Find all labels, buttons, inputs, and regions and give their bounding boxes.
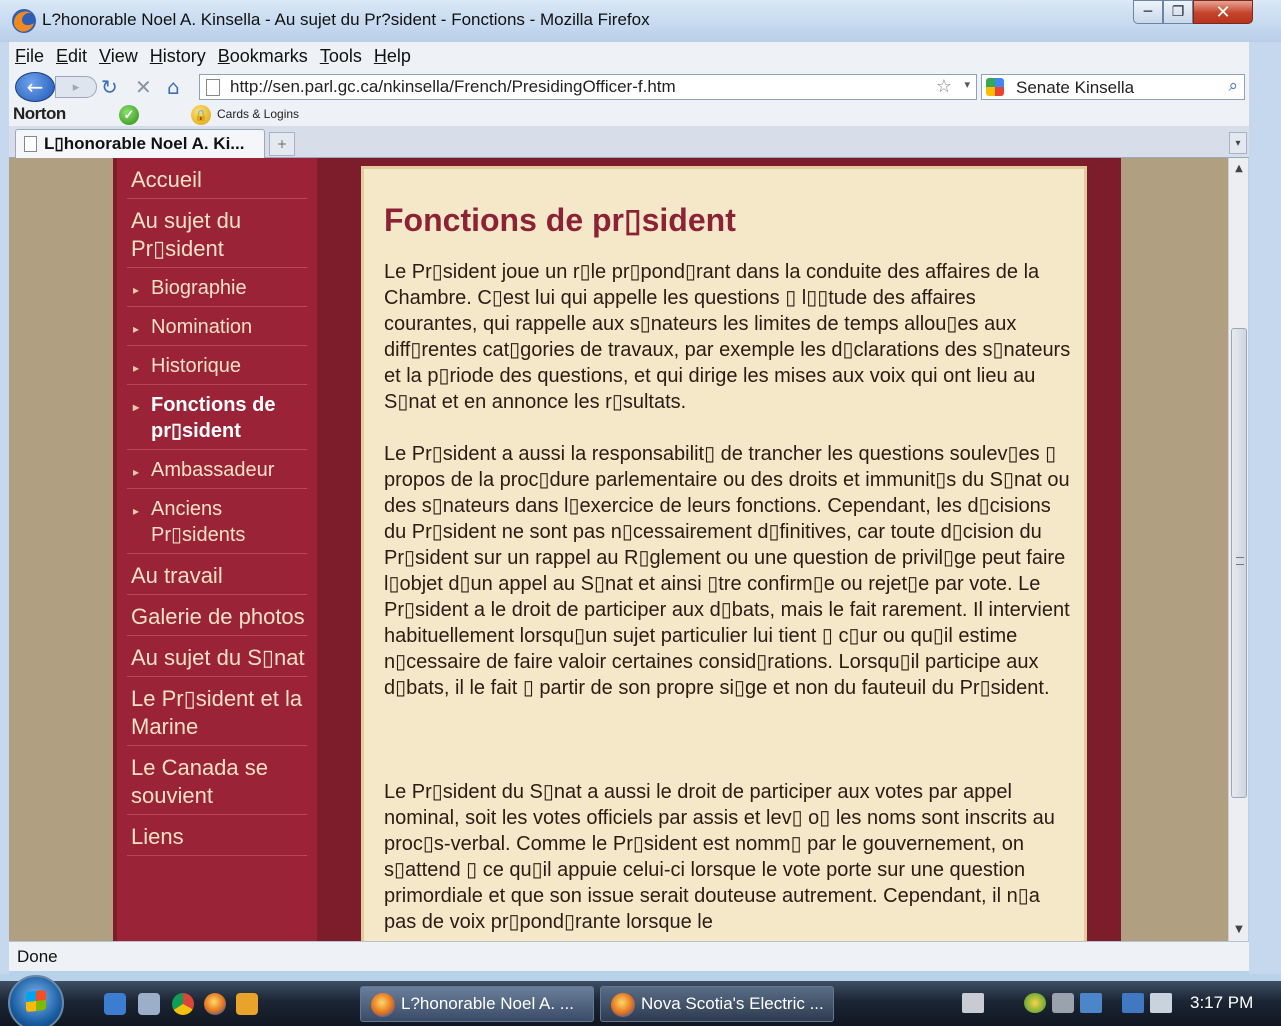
bookmark-star-icon[interactable]: ☆ xyxy=(936,76,952,97)
taskbar-item-firefox-nova-scotia[interactable]: Nova Scotia's Electric ... xyxy=(600,986,834,1022)
window-title: L?honorable Noel A. Kinsella - Au sujet … xyxy=(42,10,650,29)
site-sidebar: Accueil Au sujet du Pr▯sident Biographie… xyxy=(117,158,317,941)
scrollbar-thumb[interactable] xyxy=(1231,328,1247,798)
norton-toolbar: Norton ✓ 🔒 Cards & Logins xyxy=(9,104,1249,126)
show-desktop-icon[interactable] xyxy=(104,993,126,1015)
tab-strip: L▯honorable Noel A. Ki... + ▾ xyxy=(9,126,1249,158)
stop-icon[interactable]: ✕ xyxy=(135,75,152,99)
menu-help[interactable]: Help xyxy=(374,46,411,67)
page-icon xyxy=(24,136,37,152)
menu-history[interactable]: History xyxy=(150,46,206,67)
tab-active[interactable]: L▯honorable Noel A. Ki... xyxy=(15,129,265,158)
page-title: Fonctions de pr▯sident xyxy=(384,202,736,238)
sidebar-item-au-sujet-du-president[interactable]: Au sujet du Pr▯sident xyxy=(127,199,307,268)
keyboard-icon[interactable] xyxy=(962,993,984,1013)
minimize-button[interactable]: ─ xyxy=(1133,0,1163,24)
sidebar-item-historique[interactable]: Historique xyxy=(127,346,307,385)
clock[interactable]: 3:17 PM xyxy=(1190,993,1253,1013)
menu-file[interactable]: File xyxy=(15,46,44,67)
window-controls: ─ ❐ ✕ xyxy=(1133,0,1253,26)
sidebar-item-ambassadeur[interactable]: Ambassadeur xyxy=(127,450,307,489)
search-input[interactable]: Senate Kinsella xyxy=(1016,78,1134,98)
window-frame-right xyxy=(1249,42,1281,974)
display-icon[interactable] xyxy=(1080,993,1102,1013)
page-body: Accueil Au sujet du Pr▯sident Biographie… xyxy=(113,158,1121,941)
usb-icon[interactable] xyxy=(1052,993,1074,1013)
status-text: Done xyxy=(17,947,58,966)
firefox-icon xyxy=(12,9,36,33)
status-bar: Done xyxy=(9,941,1249,971)
firefox-icon xyxy=(371,993,395,1017)
sidebar-item-canada-se-souvient[interactable]: Le Canada se souvient xyxy=(127,746,307,815)
close-button[interactable]: ✕ xyxy=(1193,0,1253,24)
sidebar-item-liens[interactable]: Liens xyxy=(127,815,307,856)
forward-button[interactable]: ▸ xyxy=(55,76,97,98)
taskbar-item-label: Nova Scotia's Electric ... xyxy=(641,994,824,1013)
window-frame-left xyxy=(0,42,9,974)
page-icon xyxy=(206,79,220,96)
search-bar[interactable]: Senate Kinsella ⌕ xyxy=(981,74,1245,100)
norton-logo[interactable]: Norton xyxy=(13,104,66,124)
volume-icon[interactable] xyxy=(1150,993,1172,1013)
network-icon[interactable] xyxy=(1122,993,1144,1013)
firefox-icon xyxy=(611,993,635,1017)
navigation-toolbar: ← ▸ ↻ ✕ ⌂ http://sen.parl.gc.ca/nkinsell… xyxy=(9,70,1249,104)
menu-bar: File Edit View History Bookmarks Tools H… xyxy=(9,42,1249,70)
menu-tools[interactable]: Tools xyxy=(320,46,362,67)
menu-bookmarks[interactable]: Bookmarks xyxy=(218,46,308,67)
taskbar-item-label: L?honorable Noel A. ... xyxy=(401,994,574,1013)
page-viewport: Accueil Au sujet du Pr▯sident Biographie… xyxy=(9,158,1228,941)
vertical-scrollbar[interactable]: ▲ ▼ xyxy=(1228,158,1248,941)
lock-icon[interactable]: 🔒 xyxy=(191,105,211,125)
paragraph-2: Le Pr▯sident a aussi la responsabilit▯ d… xyxy=(384,443,1070,699)
paragraph-3: Le Pr▯sident du S▯nat a aussi le droit d… xyxy=(384,781,1055,933)
taskbar-item-firefox-kinsella[interactable]: L?honorable Noel A. ... xyxy=(360,986,594,1022)
menu-edit[interactable]: Edit xyxy=(56,46,87,67)
reload-icon[interactable]: ↻ xyxy=(101,75,118,99)
scroll-down-icon[interactable]: ▼ xyxy=(1229,919,1249,939)
main-content: Fonctions de pr▯sident Le Pr▯sident joue… xyxy=(361,166,1087,941)
google-icon[interactable] xyxy=(986,78,1004,96)
url-text[interactable]: http://sen.parl.gc.ca/nkinsella/French/P… xyxy=(230,77,676,97)
new-tab-button[interactable]: + xyxy=(269,132,295,156)
sidebar-item-galerie[interactable]: Galerie de photos xyxy=(127,595,307,636)
maximize-button[interactable]: ❐ xyxy=(1163,0,1193,24)
home-icon[interactable]: ⌂ xyxy=(167,75,180,99)
firefox-quicklaunch-icon[interactable] xyxy=(204,993,226,1015)
tab-title: L▯honorable Noel A. Ki... xyxy=(44,134,245,153)
url-bar[interactable]: http://sen.parl.gc.ca/nkinsella/French/P… xyxy=(199,74,977,100)
windows-logo-icon xyxy=(26,989,46,1013)
scroll-up-icon[interactable]: ▲ xyxy=(1229,158,1249,178)
start-button[interactable] xyxy=(8,975,64,1026)
switch-windows-icon[interactable] xyxy=(138,993,160,1015)
media-player-icon[interactable] xyxy=(236,993,258,1015)
paragraph-1: Le Pr▯sident joue un r▯le pr▯pond▯rant d… xyxy=(384,261,1071,413)
sidebar-item-accueil[interactable]: Accueil xyxy=(127,158,307,199)
search-icon[interactable]: ⌕ xyxy=(1228,76,1238,96)
back-button[interactable]: ← xyxy=(15,72,55,102)
sidebar-item-au-travail[interactable]: Au travail xyxy=(127,554,307,595)
window-titlebar: L?honorable Noel A. Kinsella - Au sujet … xyxy=(0,0,1281,42)
sidebar-item-nomination[interactable]: Nomination xyxy=(127,307,307,346)
sidebar-item-fonctions[interactable]: Fonctions de pr▯sident xyxy=(127,385,307,450)
windows-taskbar: L?honorable Noel A. ... Nova Scotia's El… xyxy=(0,975,1281,1026)
chrome-icon[interactable] xyxy=(172,993,194,1015)
sidebar-divider xyxy=(317,158,345,941)
sidebar-item-biographie[interactable]: Biographie xyxy=(127,268,307,307)
menu-view[interactable]: View xyxy=(99,46,138,67)
cards-logins-button[interactable]: Cards & Logins xyxy=(217,107,299,121)
sidebar-item-au-sujet-du-senat[interactable]: Au sujet du S▯nat xyxy=(127,636,307,677)
norton-safe-web-icon[interactable]: ✓ xyxy=(119,105,139,125)
scroll-grip-icon xyxy=(1236,557,1244,565)
sidebar-item-anciens-presidents[interactable]: Anciens Pr▯sidents xyxy=(127,489,307,554)
tab-list-button[interactable]: ▾ xyxy=(1229,132,1247,154)
sidebar-item-marine[interactable]: Le Pr▯sident et la Marine xyxy=(127,677,307,746)
url-dropdown-icon[interactable]: ▾ xyxy=(964,78,970,91)
norton-tray-icon[interactable] xyxy=(1024,993,1046,1013)
